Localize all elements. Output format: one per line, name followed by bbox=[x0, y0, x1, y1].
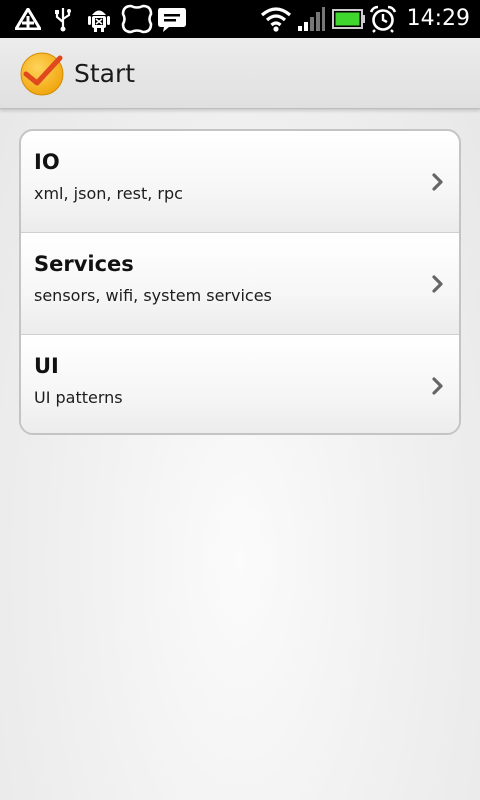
list-item-ui[interactable]: UI UI patterns bbox=[21, 335, 459, 433]
chevron-right-icon bbox=[431, 274, 445, 294]
page-title: Start bbox=[74, 59, 136, 88]
usb-icon bbox=[52, 0, 74, 38]
list-item-title: IO bbox=[34, 150, 60, 174]
alarm-icon bbox=[369, 0, 397, 38]
checkmark-logo-icon[interactable] bbox=[20, 52, 64, 96]
status-bar: 14:29 bbox=[0, 0, 480, 38]
chevron-right-icon bbox=[431, 376, 445, 396]
message-icon bbox=[156, 0, 188, 38]
drive-sync-icon bbox=[14, 0, 42, 38]
wifi-icon bbox=[259, 0, 293, 38]
signal-icon bbox=[296, 0, 326, 38]
app-notification-icon bbox=[120, 0, 154, 38]
list-item-subtitle: sensors, wifi, system services bbox=[34, 286, 272, 305]
clock-time: 14:29 bbox=[406, 6, 470, 31]
category-list: IO xml, json, rest, rpc Services sensors… bbox=[19, 129, 461, 435]
list-item-subtitle: xml, json, rest, rpc bbox=[34, 184, 183, 203]
list-item-io[interactable]: IO xml, json, rest, rpc bbox=[21, 131, 459, 233]
list-item-title: Services bbox=[34, 252, 134, 276]
list-item-subtitle: UI patterns bbox=[34, 388, 123, 407]
battery-icon bbox=[331, 0, 367, 38]
chevron-right-icon bbox=[431, 172, 445, 192]
list-item-services[interactable]: Services sensors, wifi, system services bbox=[21, 233, 459, 335]
android-debug-icon bbox=[86, 0, 112, 38]
action-bar: Start bbox=[0, 38, 480, 109]
list-item-title: UI bbox=[34, 354, 59, 378]
